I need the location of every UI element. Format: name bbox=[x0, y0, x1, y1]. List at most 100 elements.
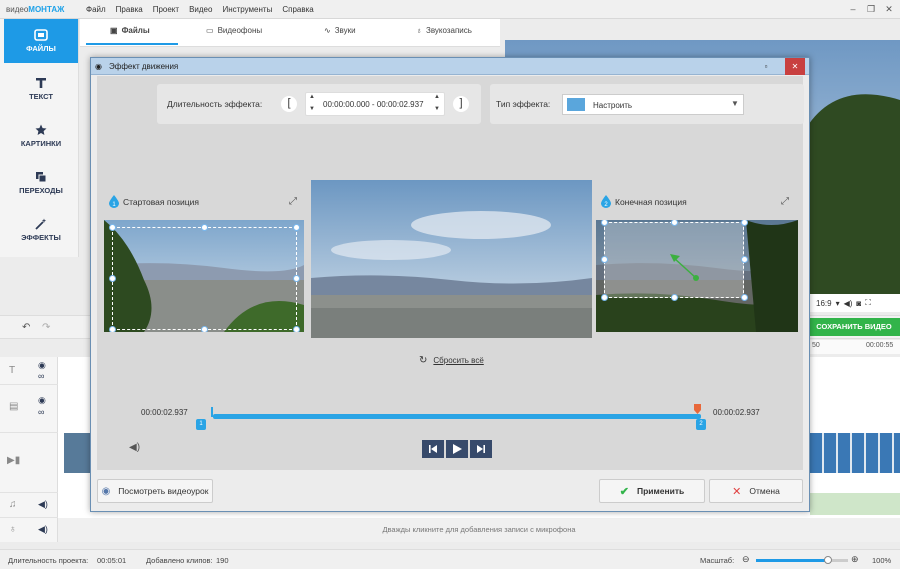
tab-backgrounds[interactable]: ▭ Видеофоны bbox=[206, 26, 262, 35]
duration-label: Длительность эффекта: bbox=[167, 99, 263, 109]
nav-files-label: ФАЙЛЫ bbox=[26, 44, 56, 53]
close-icon[interactable]: ✕ bbox=[882, 3, 896, 15]
video-camera-icon: ▶▮ bbox=[7, 455, 21, 466]
redo-icon[interactable]: ↷ bbox=[42, 322, 50, 333]
eye-icon[interactable]: ◉ bbox=[38, 360, 46, 371]
reset-all-button[interactable]: ↻ Сбросить всё bbox=[419, 355, 484, 366]
tab-files[interactable]: ▣ Файлы bbox=[110, 26, 150, 35]
start-position-image[interactable] bbox=[104, 220, 304, 332]
effect-preview-image bbox=[311, 180, 592, 338]
tab-sounds[interactable]: ∿ Звуки bbox=[324, 26, 356, 35]
start-up-arrow-icon[interactable]: ▲ bbox=[309, 94, 315, 100]
set-start-button[interactable]: [ bbox=[281, 96, 297, 112]
resize-handle[interactable] bbox=[741, 256, 748, 263]
fullscreen-icon[interactable]: ⛶ bbox=[865, 298, 871, 308]
resize-handle[interactable] bbox=[741, 294, 748, 301]
dialog-title-bar: ◉ Эффект движения ▫ ✕ bbox=[91, 58, 809, 75]
end-position-image[interactable] bbox=[596, 220, 798, 332]
menu-edit[interactable]: Правка bbox=[116, 5, 143, 14]
expand-end-icon[interactable]: ⤢ bbox=[781, 196, 789, 207]
resize-handle[interactable] bbox=[293, 326, 300, 332]
start-keyframe-marker[interactable]: 1 bbox=[196, 419, 206, 430]
app-icon: ◉ bbox=[95, 62, 102, 71]
overlay-track-icon: ▤ bbox=[9, 401, 19, 412]
nav-transitions[interactable]: ПЕРЕХОДЫ bbox=[4, 161, 78, 205]
effect-type-select[interactable]: Настроить ▼ bbox=[562, 94, 744, 115]
watch-tutorial-button[interactable]: ◉ Посмотреть видеоурок bbox=[97, 479, 213, 503]
music-note-icon: ♫ bbox=[9, 499, 17, 510]
end-crop-frame[interactable] bbox=[604, 222, 744, 298]
play-button[interactable] bbox=[446, 440, 468, 458]
camera-icon[interactable]: ◙ bbox=[856, 299, 861, 308]
tab-recording[interactable]: ♁ Звукозапись bbox=[416, 26, 472, 35]
volume-icon[interactable]: ◀) bbox=[844, 299, 853, 308]
menu-video[interactable]: Видео bbox=[189, 5, 212, 14]
resize-handle[interactable] bbox=[109, 224, 116, 231]
menu-help[interactable]: Справка bbox=[282, 5, 313, 14]
nav-images[interactable]: КАРТИНКИ bbox=[4, 114, 78, 158]
set-end-button[interactable]: ] bbox=[453, 96, 469, 112]
title-bar: видеоМОНТАЖ Файл Правка Проект Видео Инс… bbox=[0, 0, 900, 19]
nav-files[interactable]: ФАЙЛЫ bbox=[4, 19, 78, 63]
nav-effects-label: ЭФФЕКТЫ bbox=[21, 233, 61, 242]
zoom-in-icon[interactable]: ⊕ bbox=[851, 554, 859, 565]
resize-handle[interactable] bbox=[293, 224, 300, 231]
mic-track-hint[interactable]: Дважды кликните для добавления записи с … bbox=[58, 518, 900, 542]
resize-handle[interactable] bbox=[109, 326, 116, 332]
nav-effects[interactable]: ЭФФЕКТЫ bbox=[4, 208, 78, 252]
duration-range-value[interactable]: 00:00:00.000 - 00:00:02.937 bbox=[323, 100, 424, 109]
start-pin-icon: 1 bbox=[109, 195, 119, 208]
minimize-icon[interactable]: – bbox=[846, 3, 860, 15]
cancel-label: Отмена bbox=[749, 486, 780, 496]
playhead-marker[interactable] bbox=[694, 404, 701, 414]
dropdown-icon[interactable]: ▾ bbox=[836, 299, 840, 308]
cancel-x-icon: ✕ bbox=[732, 485, 742, 498]
link-icon[interactable]: ∞ bbox=[38, 407, 44, 417]
resize-handle[interactable] bbox=[293, 275, 300, 282]
link-icon[interactable]: ∞ bbox=[38, 371, 44, 381]
zoom-slider-fill bbox=[756, 559, 828, 562]
resize-handle[interactable] bbox=[601, 256, 608, 263]
zoom-slider[interactable] bbox=[756, 556, 848, 564]
resize-handle[interactable] bbox=[671, 294, 678, 301]
menu-project[interactable]: Проект bbox=[153, 5, 179, 14]
duration-range-field[interactable]: ▲ ▼ 00:00:00.000 - 00:00:02.937 ▲ ▼ bbox=[305, 92, 445, 116]
maximize-icon[interactable]: ▫ bbox=[759, 58, 773, 75]
chevron-down-icon[interactable]: ▼ bbox=[731, 99, 739, 108]
resize-handle[interactable] bbox=[201, 224, 208, 231]
volume-icon[interactable]: ◀) bbox=[129, 442, 140, 453]
menu-file[interactable]: Файл bbox=[86, 5, 106, 14]
video-clips-strip[interactable] bbox=[810, 433, 900, 473]
resize-handle[interactable] bbox=[201, 326, 208, 332]
cancel-button[interactable]: ✕ Отмена bbox=[709, 479, 803, 503]
nav-text[interactable]: ТЕКСТ bbox=[4, 67, 78, 111]
zoom-value: 100% bbox=[872, 556, 892, 565]
aspect-ratio-select[interactable]: 16:9 bbox=[816, 299, 832, 308]
close-icon[interactable]: ✕ bbox=[785, 58, 805, 75]
undo-icon[interactable]: ↶ bbox=[22, 322, 30, 333]
clips-label: Добавлено клипов: bbox=[146, 556, 213, 565]
volume-icon[interactable]: ◀) bbox=[38, 499, 48, 510]
end-keyframe-marker[interactable]: 2 bbox=[696, 419, 706, 430]
zoom-slider-knob[interactable] bbox=[823, 556, 832, 564]
text-track-header: T ◉ ∞ bbox=[0, 357, 58, 385]
effect-timeline-bar[interactable] bbox=[213, 414, 701, 419]
skip-back-button[interactable] bbox=[422, 440, 444, 458]
end-up-arrow-icon[interactable]: ▲ bbox=[434, 94, 440, 100]
skip-forward-button[interactable] bbox=[470, 440, 492, 458]
save-video-button[interactable]: СОХРАНИТЬ ВИДЕО bbox=[808, 318, 900, 336]
expand-start-icon[interactable]: ⤢ bbox=[289, 196, 297, 207]
apply-button[interactable]: ✔ Применить bbox=[599, 479, 705, 503]
end-down-arrow-icon[interactable]: ▼ bbox=[434, 106, 440, 112]
audio-clip[interactable] bbox=[810, 493, 900, 515]
dialog-title: Эффект движения bbox=[109, 62, 179, 71]
eye-icon[interactable]: ◉ bbox=[38, 395, 46, 406]
start-down-arrow-icon[interactable]: ▼ bbox=[309, 106, 315, 112]
volume-icon[interactable]: ◀) bbox=[38, 524, 48, 535]
resize-handle[interactable] bbox=[601, 294, 608, 301]
restore-icon[interactable]: ❐ bbox=[864, 3, 878, 15]
start-crop-frame[interactable] bbox=[112, 227, 297, 330]
zoom-out-icon[interactable]: ⊖ bbox=[742, 554, 750, 565]
menu-tools[interactable]: Инструменты bbox=[222, 5, 272, 14]
resize-handle[interactable] bbox=[109, 275, 116, 282]
